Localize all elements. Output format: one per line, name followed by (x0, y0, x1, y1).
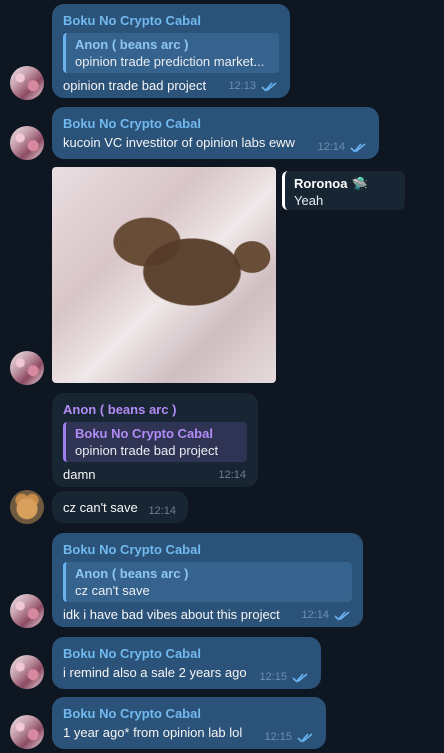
message-meta: 12:14 (218, 469, 246, 481)
message-bubble[interactable]: Anon ( beans arc ) Boku No Crypto Cabal … (52, 393, 258, 487)
message-time: 12:13 (228, 80, 256, 92)
reply-text: opinion trade prediction market... (75, 54, 265, 69)
message-bubble[interactable]: cz can't save 12:14 (52, 491, 188, 523)
message-time: 12:14 (218, 469, 246, 481)
message-bubble[interactable]: Boku No Crypto Cabal 1 year ago* from op… (52, 697, 326, 749)
avatar[interactable] (10, 126, 44, 160)
reply-author: Boku No Crypto Cabal (75, 426, 213, 441)
sender-name[interactable]: Boku No Crypto Cabal (63, 541, 352, 558)
sender-name[interactable]: Boku No Crypto Cabal (63, 115, 368, 132)
message-bubble[interactable]: Boku No Crypto Cabal Anon ( beans arc ) … (52, 533, 363, 627)
message-time: 12:15 (259, 671, 287, 683)
sender-name[interactable]: Boku No Crypto Cabal (63, 12, 279, 29)
message-meta: 12:15 (259, 671, 309, 683)
reply-author: Anon ( beans arc ) (75, 566, 189, 581)
avatar[interactable] (10, 655, 44, 689)
avatar[interactable] (10, 715, 44, 749)
message-time: 12:14 (301, 609, 329, 621)
sender-name[interactable]: Anon ( beans arc ) (63, 401, 247, 418)
avatar[interactable] (10, 594, 44, 628)
message-meta: 12:14 (317, 141, 367, 153)
message-bubble[interactable]: Boku No Crypto Cabal i remind also a sal… (52, 637, 321, 689)
message-time: 12:14 (317, 141, 345, 153)
message-time: 12:15 (264, 731, 292, 743)
avatar[interactable] (10, 66, 44, 100)
sender-name[interactable]: Boku No Crypto Cabal (63, 645, 310, 662)
double-check-icon (350, 142, 366, 153)
reply-text: cz can't save (75, 583, 150, 598)
ufo-icon: 🛸 (351, 176, 368, 191)
reply-author: Anon ( beans arc ) (75, 37, 189, 52)
message-bubble[interactable]: Boku No Crypto Cabal kucoin VC investito… (52, 107, 379, 159)
sender-name[interactable]: Boku No Crypto Cabal (63, 705, 315, 722)
reply-quote[interactable]: Roronoa 🛸 Yeah (282, 171, 405, 210)
double-check-icon (261, 81, 277, 92)
message-bubble[interactable]: Boku No Crypto Cabal Anon ( beans arc ) … (52, 4, 290, 98)
reply-quote[interactable]: Anon ( beans arc ) cz can't save (63, 562, 352, 602)
reply-text: Yeah (294, 193, 324, 208)
avatar[interactable] (10, 490, 44, 524)
photo-attachment[interactable] (52, 167, 276, 383)
double-check-icon (297, 732, 313, 743)
double-check-icon (334, 610, 350, 621)
reply-text: opinion trade bad project (75, 443, 219, 458)
message-meta: 12:14 (148, 505, 176, 517)
reply-quote[interactable]: Anon ( beans arc ) opinion trade predict… (63, 33, 279, 73)
double-check-icon (292, 672, 308, 683)
message-meta: 12:13 (228, 80, 278, 92)
message-time: 12:14 (148, 505, 176, 517)
message-meta: 12:15 (264, 731, 314, 743)
message-meta: 12:14 (301, 609, 351, 621)
reply-author: Roronoa (294, 176, 348, 191)
avatar[interactable] (10, 351, 44, 385)
reply-quote[interactable]: Boku No Crypto Cabal opinion trade bad p… (63, 422, 247, 462)
